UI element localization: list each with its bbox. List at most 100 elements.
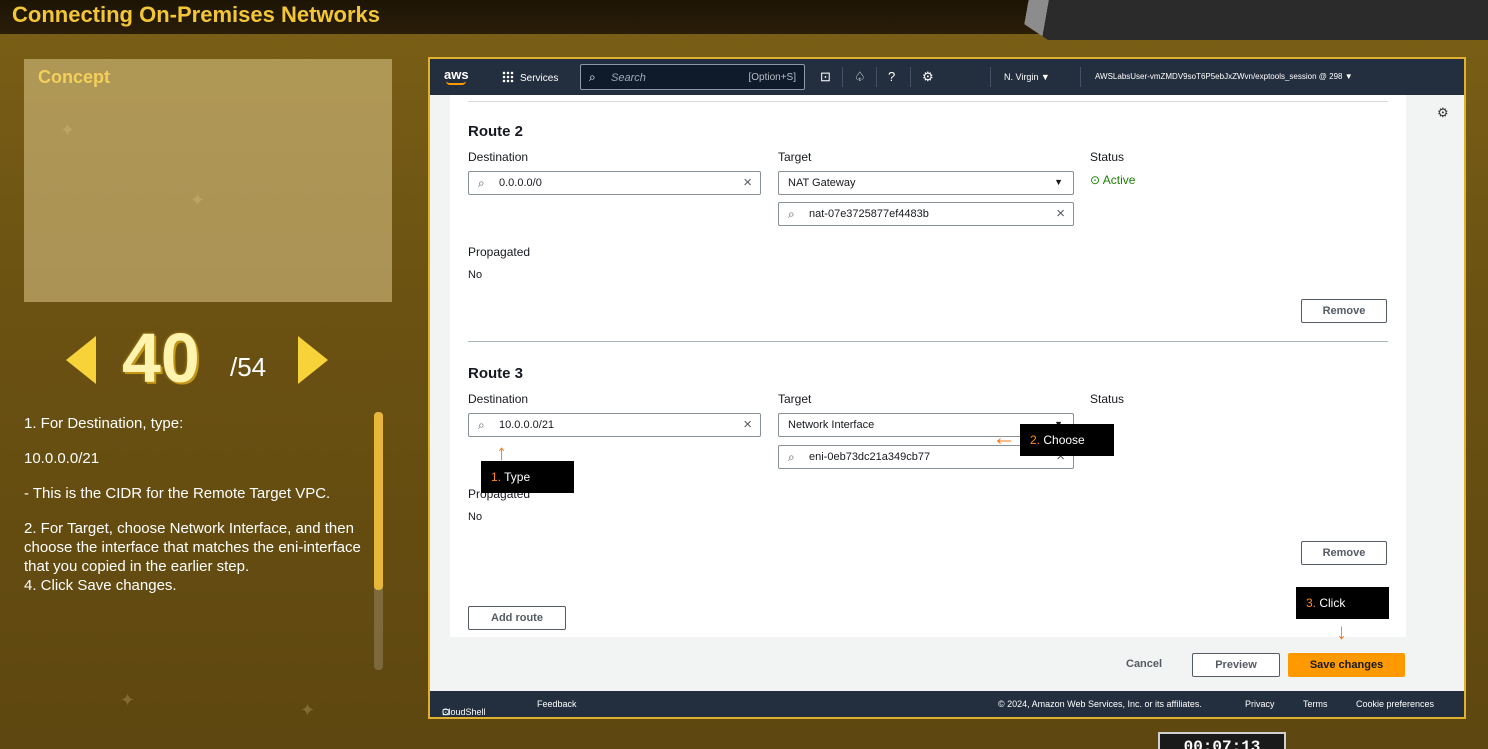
account-label: AWSLabsUser-vmZMDV9soT6P5ebJxZWvn/exptoo… (1095, 72, 1343, 81)
region-selector[interactable]: N. Virgin ▼ (1004, 72, 1050, 82)
propagated-value: No (468, 511, 483, 523)
cloudshell-label: CloudShell (442, 707, 486, 717)
down-arrow-icon: ↓ (1336, 619, 1347, 644)
status-value: Active (1102, 173, 1136, 187)
destination-label: Destination (468, 150, 529, 164)
target-label: Target (778, 392, 812, 406)
route-2-destination-input[interactable]: ⌕ 0.0.0.0/0 × (468, 171, 761, 195)
account-menu[interactable]: AWSLabsUser-vmZMDV9soT6P5ebJxZWvn/exptoo… (1095, 72, 1457, 81)
search-icon: ⌕ (589, 70, 596, 84)
search-input[interactable]: ⌕ Search [Option+S] (580, 64, 805, 90)
search-placeholder: Search (611, 72, 646, 84)
search-icon: ⌕ (478, 176, 485, 190)
top-navigation: aws Services ⌕ Search [Option+S] ⊡ ♤ ? ⚙… (430, 59, 1464, 95)
separator (842, 67, 843, 87)
route-2-remove-button[interactable]: Remove (1301, 299, 1387, 323)
caret-down-icon: ▼ (1054, 177, 1063, 187)
concept-label: Concept (38, 67, 110, 87)
target-value: Network Interface (788, 419, 875, 431)
instruction-line: 10.0.0.0/21 (24, 450, 100, 467)
type-callout: 1. Type (481, 461, 574, 493)
console-footer: ⊡ CloudShell Feedback © 2024, Amazon Web… (430, 691, 1464, 717)
instruction-line: 1. For Destination, type: (24, 415, 184, 432)
services-menu[interactable]: Services (502, 71, 558, 84)
preview-button[interactable]: Preview (1192, 653, 1280, 677)
lesson-title: Connecting On-Premises Networks (12, 2, 380, 27)
region-label: N. Virgin (1004, 72, 1039, 82)
route-3-remove-button[interactable]: Remove (1301, 541, 1387, 565)
choose-callout: 2. Choose (1020, 424, 1114, 456)
search-icon: ⌕ (478, 418, 485, 432)
instructions-text: 1. For Destination, type: 10.0.0.0/21 - … (24, 414, 376, 595)
side-panel-gear-icon[interactable]: ⚙ (1437, 105, 1449, 121)
help-icon[interactable]: ? (888, 69, 895, 84)
separator (990, 67, 991, 87)
divider (468, 341, 1388, 342)
separator (876, 67, 877, 87)
target-value: NAT Gateway (788, 177, 856, 189)
route-2-target-search[interactable]: ⌕ nat-07e3725877ef4483b × (778, 202, 1074, 226)
lesson-timer: 00:07:13 (1158, 732, 1286, 749)
sparkle-decoration: ✦ (120, 690, 136, 710)
cancel-button[interactable]: Cancel (1126, 658, 1162, 670)
instruction-line: 2. For Target, choose Network Interface,… (24, 520, 361, 575)
route-3-title: Route 3 (468, 365, 524, 382)
destination-value: 0.0.0.0/0 (499, 177, 542, 189)
concept-panel: Concept (24, 59, 392, 302)
terminal-icon[interactable]: ⊡ (820, 69, 831, 85)
page-total: /54 (230, 352, 267, 382)
sparkle-decoration: ✦ (300, 700, 316, 720)
callout-text: Choose (1040, 433, 1085, 447)
callout-text: Click (1316, 596, 1346, 610)
target-sub-value: eni-0eb73dc21a349cb77 (809, 451, 931, 463)
search-icon: ⌕ (788, 450, 795, 464)
terms-link[interactable]: Terms (1303, 699, 1328, 709)
slide-pager: 40 /54 (62, 319, 352, 402)
status-label: Status (1090, 150, 1125, 164)
target-label: Target (778, 150, 812, 164)
lesson-banner: Connecting On-Premises Networks (0, 0, 1488, 40)
propagated-label: Propagated (468, 245, 531, 259)
search-shortcut: [Option+S] (748, 72, 796, 83)
privacy-link[interactable]: Privacy (1245, 699, 1275, 709)
add-route-button[interactable]: Add route (468, 606, 566, 630)
page-current: 40 (122, 319, 200, 397)
clear-icon[interactable]: × (743, 174, 752, 191)
scrollbar-thumb[interactable] (374, 412, 383, 590)
check-circle-icon: ⊙ (1090, 173, 1101, 187)
cookie-preferences-link[interactable]: Cookie preferences (1356, 699, 1434, 709)
route-3-destination-input[interactable]: ⌕ 10.0.0.0/21 × (468, 413, 761, 437)
bell-icon[interactable]: ♤ (854, 69, 866, 85)
status-label: Status (1090, 392, 1125, 406)
feedback-link[interactable]: Feedback (537, 699, 577, 709)
instructions-scrollbar[interactable] (374, 412, 383, 670)
save-changes-button[interactable]: Save changes (1288, 653, 1405, 677)
callout-number: 1. (491, 470, 502, 484)
search-icon: ⌕ (788, 207, 795, 221)
status-active: ⊙ Active (1090, 173, 1135, 187)
separator (1080, 67, 1081, 87)
destination-label: Destination (468, 392, 529, 406)
previous-arrow-icon[interactable] (66, 336, 96, 384)
click-callout: 3. Click (1296, 587, 1389, 619)
banner-decoration (988, 0, 1488, 40)
instruction-line: - This is the CIDR for the Remote Target… (24, 485, 331, 502)
copyright-text: © 2024, Amazon Web Services, Inc. or its… (998, 699, 1202, 709)
left-arrow-icon: ← (992, 424, 1016, 451)
callout-number: 3. (1306, 596, 1317, 610)
services-label: Services (520, 73, 559, 84)
separator (910, 67, 911, 87)
propagated-value: No (468, 269, 483, 281)
destination-value: 10.0.0.0/21 (499, 419, 555, 431)
divider (468, 101, 1388, 102)
route-2-target-select[interactable]: NAT Gateway ▼ (778, 171, 1074, 195)
instruction-line: 4. Click Save changes. (24, 577, 177, 594)
grid-icon (502, 71, 514, 83)
clear-icon[interactable]: × (743, 416, 752, 433)
route-2-title: Route 2 (468, 123, 524, 140)
callout-text: Type (501, 470, 531, 484)
next-arrow-icon[interactable] (298, 336, 328, 384)
clear-icon[interactable]: × (1056, 205, 1065, 222)
gear-icon[interactable]: ⚙ (922, 69, 934, 85)
aws-logo[interactable]: aws (444, 67, 469, 85)
